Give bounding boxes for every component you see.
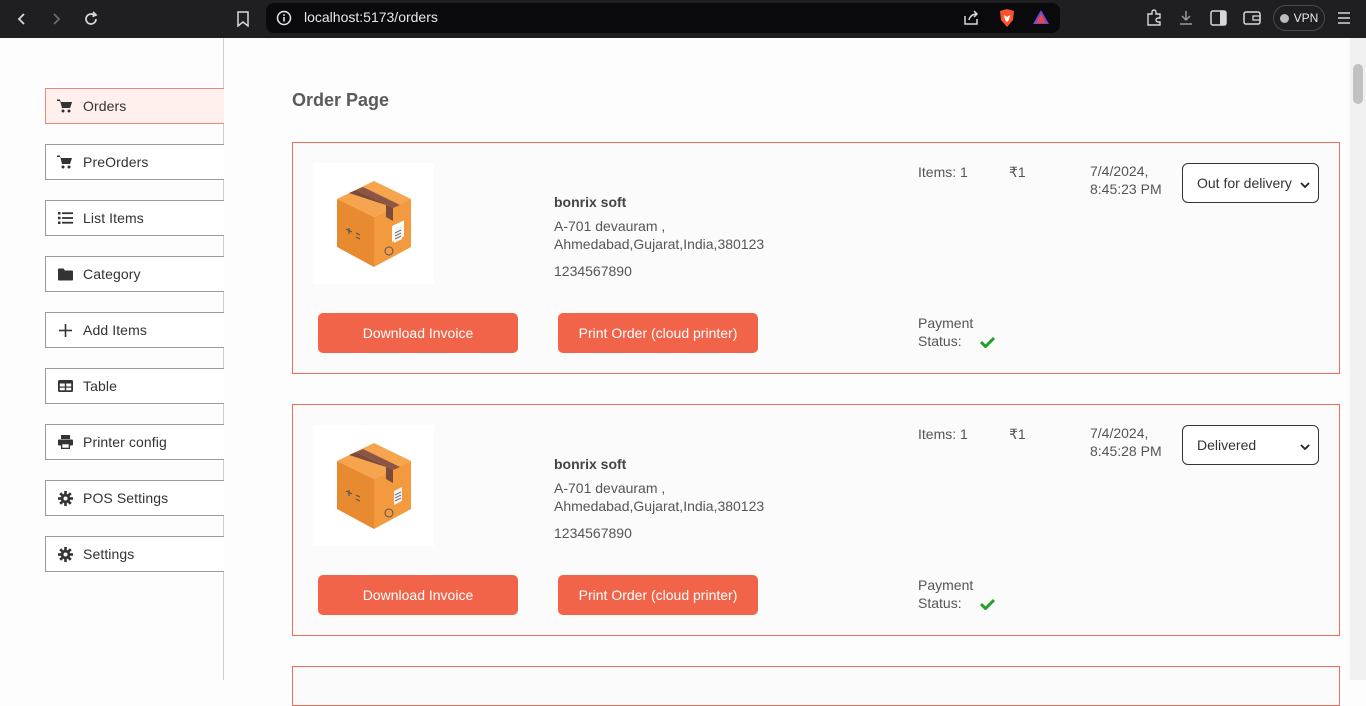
checkmark-icon [979, 334, 996, 352]
sidebar-item-label: Category [83, 266, 141, 282]
sidebar-item-printer-config[interactable]: Printer config [45, 424, 224, 460]
table-icon [56, 378, 74, 394]
items-count: Items: 1 [918, 164, 968, 180]
bookmark-icon[interactable] [231, 7, 255, 31]
extensions-icon[interactable] [1145, 9, 1163, 31]
cart-icon [56, 98, 74, 114]
gear-icon [56, 490, 74, 506]
vpn-status-icon [1279, 13, 1289, 23]
sidebar-item-list-items[interactable]: List Items [45, 200, 224, 236]
sidebar-item-preorders[interactable]: PreOrders [45, 144, 224, 180]
print-order-button[interactable]: Print Order (cloud printer) [558, 313, 758, 353]
brave-shield-icon[interactable] [998, 8, 1016, 32]
sidebar-item-orders[interactable]: Orders [45, 88, 224, 124]
cart-icon [56, 154, 74, 170]
sidebar-item-label: PreOrders [83, 154, 149, 170]
order-status-select[interactable]: Delivered [1182, 425, 1319, 465]
page-scrollbar[interactable] [1350, 38, 1366, 680]
package-image [313, 425, 434, 546]
url-host: localhost [304, 9, 360, 25]
menu-icon[interactable] [1336, 10, 1352, 30]
gear-icon [56, 546, 74, 562]
printer-icon [56, 434, 74, 450]
sidebar-item-label: Printer config [83, 434, 167, 450]
customer-phone: 1234567890 [554, 525, 632, 541]
download-icon[interactable] [1178, 9, 1194, 31]
sidebar-item-pos-settings[interactable]: POS Settings [45, 480, 224, 516]
sidebar-item-label: Settings [83, 546, 135, 562]
package-icon [336, 180, 411, 267]
order-date: 7/4/2024, 8:45:23 PM [1090, 163, 1162, 197]
payment-status-label: Payment Status: [918, 577, 974, 611]
share-icon[interactable] [962, 10, 980, 30]
back-icon[interactable] [10, 7, 34, 31]
order-status-value: Delivered [1197, 437, 1257, 453]
payment-status: Payment Status: [918, 576, 996, 614]
sidebar-item-label: List Items [83, 210, 144, 226]
sidebar-toggle-icon[interactable] [1210, 10, 1227, 30]
page-title: Order Page [292, 90, 390, 110]
sidebar-item-label: Table [83, 378, 117, 394]
sidebar-item-label: Orders [83, 98, 127, 114]
sidebar-item-label: POS Settings [83, 490, 169, 506]
chevron-down-icon [1300, 439, 1310, 455]
site-info-icon[interactable] [276, 10, 292, 30]
order-price: ₹1 [1009, 426, 1026, 442]
order-status-select[interactable]: Out for delivery [1182, 163, 1319, 203]
order-status-value: Out for delivery [1197, 175, 1292, 191]
sidebar: Orders PreOrders List Items Category Add… [0, 38, 224, 680]
sidebar-item-table[interactable]: Table [45, 368, 224, 404]
payment-status-label: Payment Status: [918, 315, 974, 349]
list-icon [56, 210, 74, 226]
vpn-button[interactable]: VPN [1273, 5, 1325, 31]
order-price: ₹1 [1009, 164, 1026, 180]
order-date: 7/4/2024, 8:45:28 PM [1090, 425, 1162, 459]
order-card [292, 666, 1340, 706]
payment-status: Payment Status: [918, 314, 996, 352]
brave-rewards-icon[interactable] [1032, 9, 1050, 29]
browser-toolbar: localhost:5173/orders VPN [0, 0, 1366, 38]
main-content: Order Page bonrix soft A-701 devauram , … [225, 38, 1350, 706]
package-icon [336, 442, 411, 529]
download-invoice-button[interactable]: Download Invoice [318, 313, 518, 353]
download-invoice-button[interactable]: Download Invoice [318, 575, 518, 615]
folder-icon [56, 266, 74, 282]
print-order-button[interactable]: Print Order (cloud printer) [558, 575, 758, 615]
customer-name: bonrix soft [554, 456, 627, 472]
address-bar[interactable]: localhost:5173/orders [266, 3, 1060, 33]
sidebar-item-category[interactable]: Category [45, 256, 224, 292]
url-path: :5173/orders [359, 9, 438, 25]
items-count: Items: 1 [918, 426, 968, 442]
scrollbar-thumb[interactable] [1353, 64, 1363, 104]
customer-address: A-701 devauram , Ahmedabad,Gujarat,India… [554, 218, 765, 252]
sidebar-item-add-items[interactable]: Add Items [45, 312, 224, 348]
plus-icon [56, 322, 74, 338]
order-card: bonrix soft A-701 devauram , Ahmedabad,G… [292, 142, 1340, 374]
url-text: localhost:5173/orders [304, 9, 438, 25]
customer-address: A-701 devauram , Ahmedabad,Gujarat,India… [554, 480, 765, 514]
order-card: bonrix soft A-701 devauram , Ahmedabad,G… [292, 404, 1340, 636]
customer-name: bonrix soft [554, 194, 627, 210]
checkmark-icon [979, 596, 996, 614]
vpn-label: VPN [1293, 11, 1319, 25]
wallet-icon[interactable] [1243, 10, 1261, 30]
forward-icon[interactable] [44, 7, 68, 31]
sidebar-item-settings[interactable]: Settings [45, 536, 224, 572]
package-image [313, 163, 434, 284]
chevron-down-icon [1300, 177, 1310, 193]
reload-icon[interactable] [79, 7, 103, 31]
sidebar-item-label: Add Items [83, 322, 147, 338]
customer-phone: 1234567890 [554, 263, 632, 279]
